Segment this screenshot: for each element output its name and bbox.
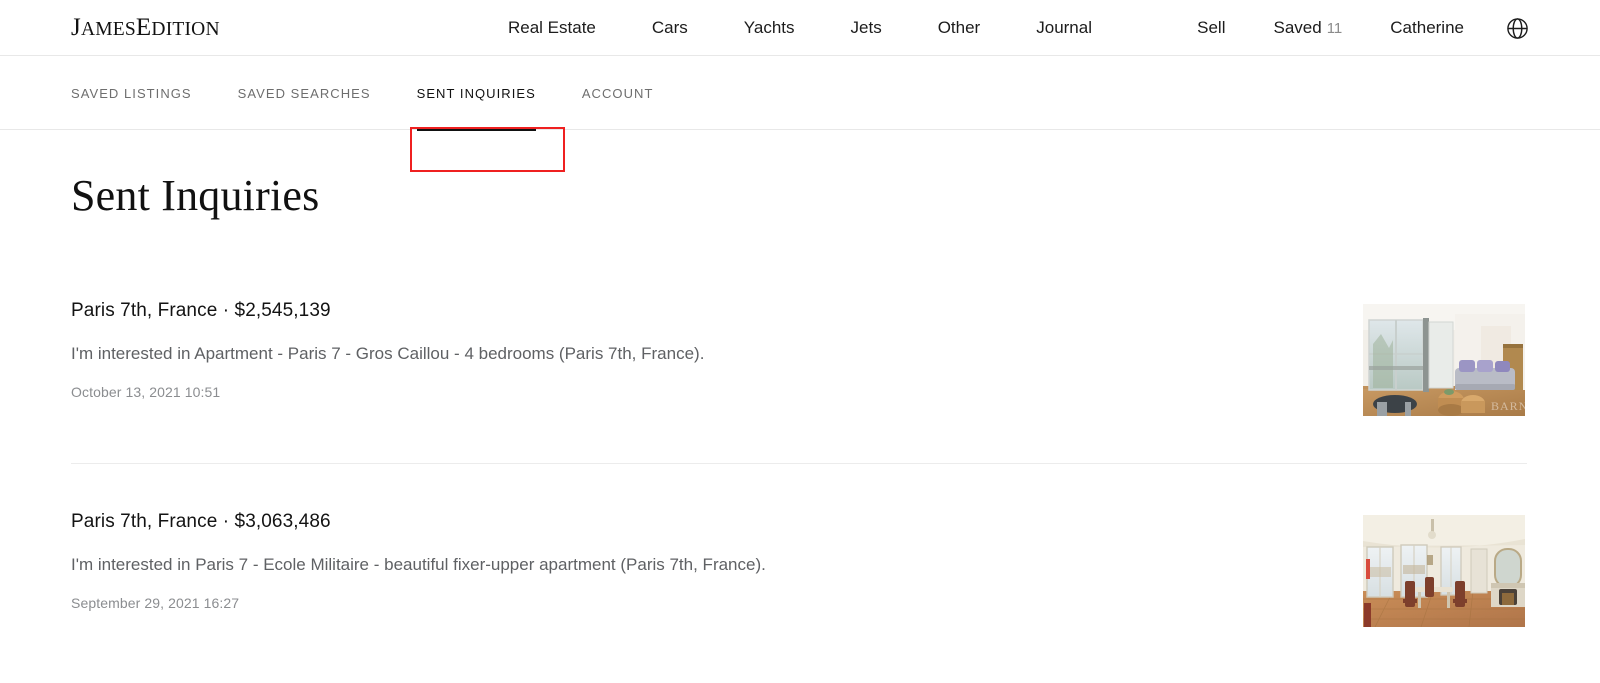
logo-text-dition: DITION (151, 18, 220, 40)
logo-text-ames: AMES (80, 18, 136, 40)
subnav-item-account[interactable]: Account (582, 56, 654, 130)
user-navigation: Sell Saved 11 Catherine (1173, 0, 1534, 56)
inquiry-thumbnail[interactable]: BARNES (1363, 304, 1525, 416)
saved-link[interactable]: Saved 11 (1250, 0, 1367, 57)
nav-item-journal[interactable]: Journal (1008, 0, 1120, 56)
nav-item-yachts[interactable]: Yachts (716, 0, 823, 56)
listing-photo-living-room: BARNES (1363, 304, 1525, 416)
inquiry-details: Paris 7th, France · $2,545,139 I'm inter… (71, 299, 1251, 400)
subnav-item-saved-listings[interactable]: Saved listings (71, 56, 192, 130)
main-navigation: Real Estate Cars Yachts Jets Other Journ… (480, 0, 1120, 56)
nav-item-real-estate[interactable]: Real Estate (480, 0, 624, 56)
svg-text:BARNES: BARNES (1491, 399, 1525, 413)
saved-label: Saved (1273, 17, 1322, 37)
list-divider (71, 463, 1527, 464)
language-selector-button[interactable] (1500, 11, 1534, 45)
nav-item-other[interactable]: Other (910, 0, 1009, 56)
inquiry-item: Paris 7th, France · $2,545,139 I'm inter… (71, 299, 1529, 416)
inquiry-message: I'm interested in Paris 7 - Ecole Milita… (71, 555, 766, 574)
inquiry-date: October 13, 2021 10:51 (71, 384, 221, 400)
site-logo[interactable]: JAMESEDITION (71, 14, 220, 42)
inquiry-details: Paris 7th, France · $3,063,486 I'm inter… (71, 510, 1251, 611)
logo-letter-e: E (135, 13, 152, 41)
annotation-highlight-box (410, 127, 565, 172)
inquiry-thumbnail[interactable] (1363, 515, 1525, 627)
site-header: JAMESEDITION Real Estate Cars Yachts Jet… (0, 0, 1600, 56)
logo-letter-j: J (71, 13, 81, 41)
inquiry-date: September 29, 2021 16:27 (71, 595, 240, 611)
listing-photo-haussmann-room (1363, 515, 1525, 627)
page-title: Sent Inquiries (71, 171, 320, 220)
inquiry-title[interactable]: Paris 7th, France · $2,545,139 (71, 299, 1251, 323)
inquiry-message: I'm interested in Apartment - Paris 7 - … (71, 344, 705, 363)
saved-count-badge: 11 (1326, 19, 1343, 37)
inquiry-list: Paris 7th, France · $2,545,139 I'm inter… (71, 299, 1529, 627)
page-content: Sent Inquiries Paris 7th, France · $2,54… (0, 170, 1600, 627)
subnav-item-sent-inquiries[interactable]: Sent inquiries (416, 56, 537, 131)
inquiry-item: Paris 7th, France · $3,063,486 I'm inter… (71, 510, 1529, 627)
account-link[interactable]: Catherine (1366, 0, 1488, 56)
subnav-item-saved-searches[interactable]: Saved searches (238, 56, 371, 130)
nav-item-cars[interactable]: Cars (624, 0, 716, 56)
nav-item-jets[interactable]: Jets (823, 0, 910, 56)
sell-link[interactable]: Sell (1173, 0, 1249, 56)
account-subnav: Saved listings Saved searches Sent inqui… (0, 56, 1600, 172)
inquiry-title[interactable]: Paris 7th, France · $3,063,486 (71, 510, 1251, 534)
globe-icon (1506, 17, 1528, 39)
